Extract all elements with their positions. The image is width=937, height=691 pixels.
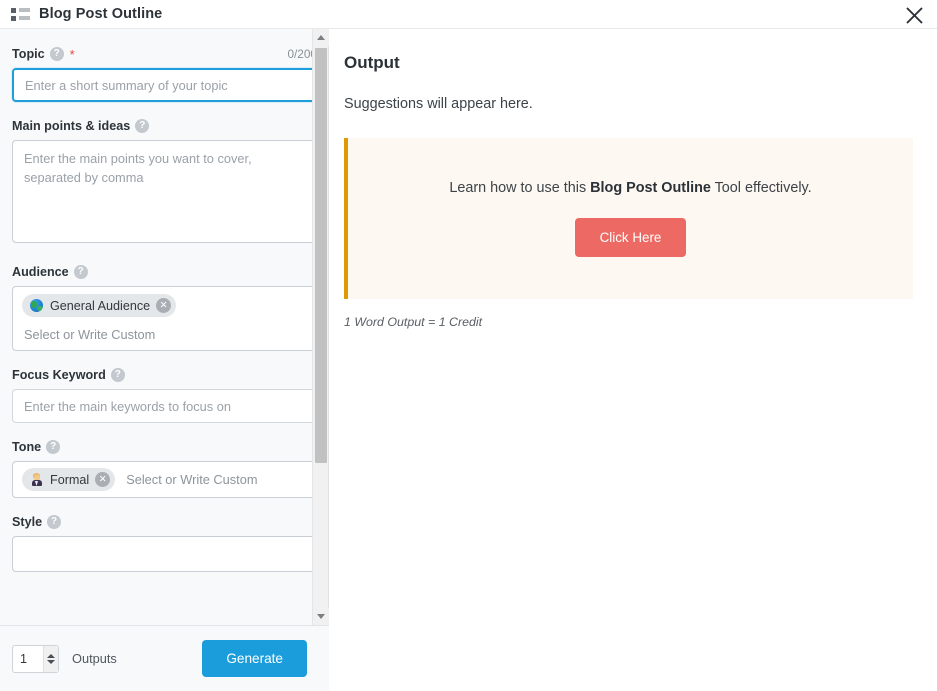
field-tone: Tone ? Formal ✕ Select or Write Custom <box>12 440 317 498</box>
field-label-row: Audience ? <box>12 265 317 279</box>
modal-body: Topic ? * 0/200 Main points & ideas ? <box>0 29 937 691</box>
required-marker: * <box>70 48 75 61</box>
credit-note: 1 Word Output = 1 Credit <box>344 315 913 329</box>
chip-remove-icon[interactable]: ✕ <box>156 298 171 313</box>
help-circle-icon[interactable]: ? <box>47 515 61 529</box>
tone-placeholder[interactable]: Select or Write Custom <box>126 472 257 487</box>
info-banner-text: Learn how to use this Blog Post Outline … <box>368 180 893 196</box>
field-label-row: Focus Keyword ? <box>12 368 317 382</box>
audience-placeholder[interactable]: Select or Write Custom <box>22 327 307 342</box>
page-title: Blog Post Outline <box>39 6 162 22</box>
globe-icon <box>30 299 43 312</box>
outputs-label: Outputs <box>72 651 117 666</box>
field-label: Topic <box>12 47 45 61</box>
field-label: Audience <box>12 265 69 279</box>
field-topic: Topic ? * 0/200 <box>12 47 317 102</box>
chip-label: General Audience <box>50 299 150 313</box>
help-circle-icon[interactable]: ? <box>111 368 125 382</box>
close-icon[interactable] <box>901 2 927 28</box>
audience-chip[interactable]: General Audience ✕ <box>22 294 176 317</box>
help-circle-icon[interactable]: ? <box>46 440 60 454</box>
field-label: Tone <box>12 440 41 454</box>
field-audience: Audience ? General Audience ✕ Select or … <box>12 265 317 351</box>
chip-label: Formal <box>50 473 89 487</box>
list-icon <box>8 6 30 22</box>
tone-multiselect[interactable]: Formal ✕ Select or Write Custom <box>12 461 317 498</box>
field-label-row: Style ? <box>12 515 317 529</box>
outputs-value: 1 <box>20 652 43 666</box>
help-circle-icon[interactable]: ? <box>50 47 64 61</box>
output-subtitle: Suggestions will appear here. <box>344 96 913 112</box>
field-style: Style ? <box>12 515 317 572</box>
form-panel: Topic ? * 0/200 Main points & ideas ? <box>0 29 329 691</box>
help-circle-icon[interactable]: ? <box>135 119 149 133</box>
field-label-row: Topic ? * 0/200 <box>12 47 317 61</box>
modal-header: Blog Post Outline <box>0 0 937 29</box>
output-panel: Output Suggestions will appear here. Lea… <box>329 29 937 691</box>
audience-multiselect[interactable]: General Audience ✕ Select or Write Custo… <box>12 286 317 351</box>
help-circle-icon[interactable]: ? <box>74 265 88 279</box>
business-person-icon <box>30 473 43 486</box>
scroll-down-icon[interactable] <box>313 608 329 625</box>
field-label: Main points & ideas <box>12 119 130 133</box>
info-suffix: Tool effectively. <box>711 180 812 196</box>
style-multiselect[interactable] <box>12 536 317 572</box>
field-label-row: Tone ? <box>12 440 317 454</box>
topic-input[interactable] <box>12 68 317 102</box>
field-label-row: Main points & ideas ? <box>12 119 317 133</box>
scroll-up-icon[interactable] <box>313 29 329 46</box>
output-title: Output <box>344 53 913 73</box>
focus-keyword-input[interactable] <box>12 389 317 423</box>
form-footer: 1 Outputs Generate <box>0 625 329 691</box>
info-tool-name: Blog Post Outline <box>590 180 711 196</box>
field-label: Style <box>12 515 42 529</box>
blog-post-outline-modal: Blog Post Outline Topic ? * 0/200 <box>0 0 937 691</box>
generate-button[interactable]: Generate <box>202 640 307 677</box>
form-scrollbar[interactable] <box>312 29 328 625</box>
form-scroll-area: Topic ? * 0/200 Main points & ideas ? <box>0 29 329 625</box>
outputs-stepper[interactable]: 1 <box>12 645 59 673</box>
info-banner: Learn how to use this Blog Post Outline … <box>344 138 913 299</box>
stepper-arrows-icon[interactable] <box>43 646 58 672</box>
info-prefix: Learn how to use this <box>449 180 590 196</box>
tone-chip[interactable]: Formal ✕ <box>22 468 115 491</box>
scrollbar-thumb[interactable] <box>315 48 327 463</box>
field-main-points: Main points & ideas ? <box>12 119 317 248</box>
chip-remove-icon[interactable]: ✕ <box>95 472 110 487</box>
main-points-textarea[interactable] <box>12 140 317 243</box>
field-label: Focus Keyword <box>12 368 106 382</box>
field-focus-keyword: Focus Keyword ? <box>12 368 317 423</box>
click-here-button[interactable]: Click Here <box>575 218 687 257</box>
